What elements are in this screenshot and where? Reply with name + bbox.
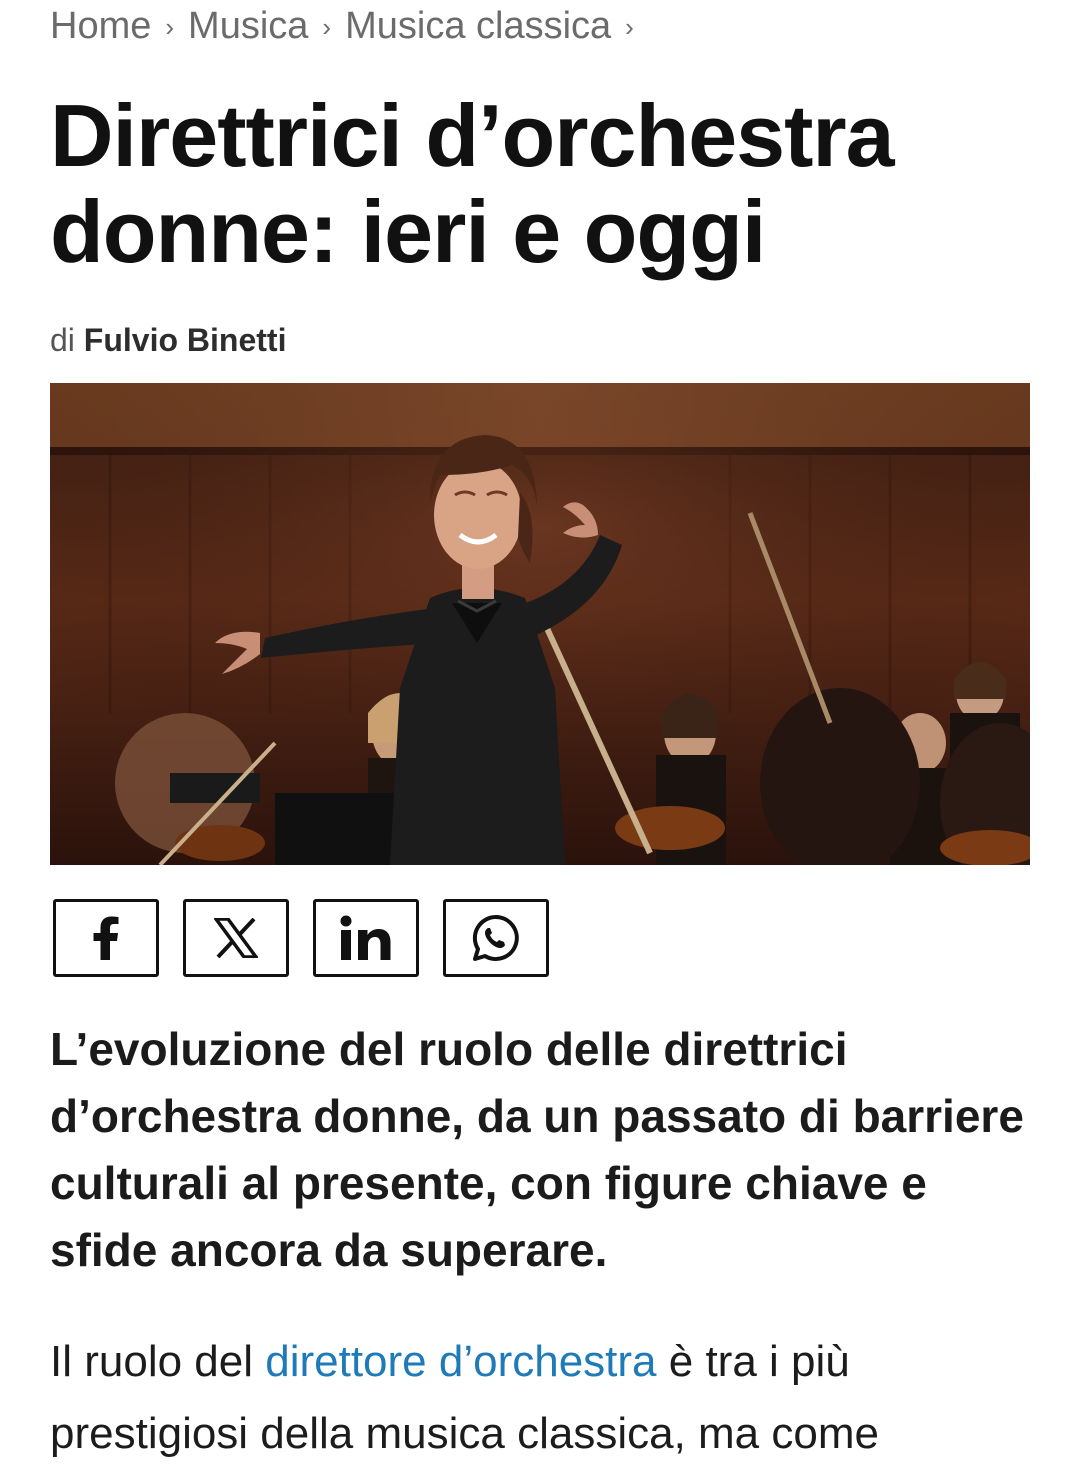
article-body-paragraph: Il ruolo del direttore d’orchestra è tra…	[50, 1326, 1050, 1470]
breadcrumb-separator: ›	[322, 11, 332, 42]
breadcrumb: Home › Musica › Musica classica ›	[50, 4, 648, 48]
article-lead: L’evoluzione del ruolo delle direttrici …	[50, 1023, 1024, 1276]
breadcrumb-separator: ›	[165, 11, 175, 42]
breadcrumb-home[interactable]: Home	[50, 5, 151, 48]
whatsapp-icon	[471, 913, 521, 963]
share-whatsapp-button[interactable]	[443, 899, 549, 977]
direttore-orchestra-link[interactable]: direttore d’orchestra	[265, 1337, 656, 1386]
share-bar	[53, 899, 549, 977]
article-title-line-1: Direttrici d’orchestra	[50, 86, 895, 185]
hero-image	[50, 383, 1030, 865]
share-facebook-button[interactable]	[53, 899, 159, 977]
byline: di Fulvio Binetti	[50, 322, 286, 359]
linkedin-icon	[340, 915, 392, 961]
conductor-photo	[50, 383, 1030, 865]
x-icon	[214, 918, 258, 958]
byline-prefix: di	[50, 322, 75, 358]
facebook-icon	[86, 916, 126, 960]
share-linkedin-button[interactable]	[313, 899, 419, 977]
share-x-button[interactable]	[183, 899, 289, 977]
breadcrumb-separator: ›	[625, 11, 634, 42]
body-text-before-link: Il ruolo del	[50, 1337, 266, 1386]
article-title: Direttrici d’orchestra donne: ieri e ogg…	[50, 88, 1030, 280]
breadcrumb-musica[interactable]: Musica	[188, 5, 308, 48]
breadcrumb-musica-classica[interactable]: Musica classica	[345, 5, 611, 48]
article-title-line-2: donne: ieri e oggi	[50, 182, 766, 281]
author-link[interactable]: Fulvio Binetti	[84, 322, 287, 358]
